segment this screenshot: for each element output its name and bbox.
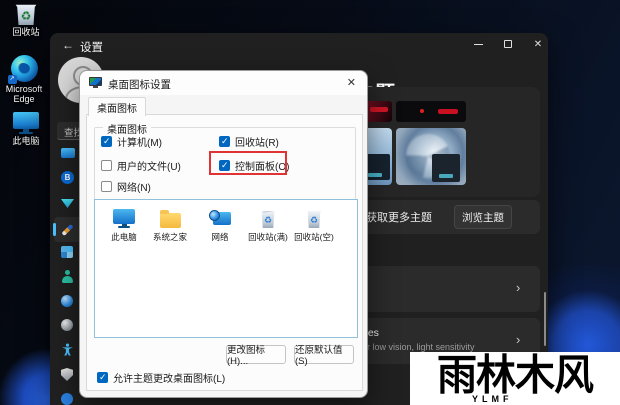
checkbox-label: 回收站(R) xyxy=(235,134,279,149)
watermark-text: 雨林木风 xyxy=(410,352,620,404)
network-icon xyxy=(209,210,231,228)
paintbrush-icon xyxy=(61,224,73,236)
checkbox-user-files[interactable]: 用户的文件(U) xyxy=(101,158,181,173)
display-icon xyxy=(61,148,75,158)
sidebar-item-network[interactable] xyxy=(61,196,75,210)
dialog-titlebar: 桌面图标设置 ✕ xyxy=(80,71,367,95)
list-item-label: 网络 xyxy=(197,231,243,243)
desktop-icon-settings-dialog: 桌面图标设置 ✕ 桌面图标 桌面图标 计算机(M) 回收站(R) 用户的文件(U… xyxy=(79,70,368,398)
get-more-themes-label: 获取更多主题 xyxy=(366,209,432,225)
desktop-icon-settings-icon xyxy=(89,77,102,89)
wifi-icon xyxy=(61,199,74,208)
list-item-network[interactable]: 网络 xyxy=(197,206,243,243)
checkbox-label: 计算机(M) xyxy=(117,134,162,149)
checkbox-label: 网络(N) xyxy=(117,179,151,194)
sidebar-item-accounts[interactable] xyxy=(61,270,75,284)
minimize-icon xyxy=(474,44,483,45)
sidebar-item-personalization[interactable] xyxy=(61,223,75,237)
theme-tile-bloom[interactable] xyxy=(396,128,466,185)
desktop-icon-this-pc[interactable]: 此电脑 xyxy=(2,112,50,146)
checkbox-network[interactable]: 网络(N) xyxy=(101,179,151,194)
checkbox-label: 允许主题更改桌面图标(L) xyxy=(113,370,225,385)
checkbox-icon[interactable] xyxy=(219,136,230,147)
list-item-recycle-bin-empty[interactable]: ♻ 回收站(空) xyxy=(291,206,337,243)
tab-desktop-icons[interactable]: 桌面图标 xyxy=(88,97,146,116)
list-item-label: 回收站(满) xyxy=(245,231,291,243)
desktop-icon-recycle-bin[interactable]: ♻ 回收站 xyxy=(2,3,50,37)
settings-titlebar: ← 设置 ✕ xyxy=(50,33,548,57)
desktop: ♻ 回收站 ↗ Microsoft Edge 此电脑 ← 设置 ✕ 查找 B xyxy=(0,0,620,405)
checkbox-icon[interactable] xyxy=(101,136,112,147)
list-item-recycle-bin-full[interactable]: ♻ 回收站(满) xyxy=(245,206,291,243)
dialog-close-icon[interactable]: ✕ xyxy=(347,76,356,89)
maximize-icon xyxy=(504,40,512,48)
back-icon[interactable]: ← xyxy=(62,38,74,52)
edge-icon: ↗ xyxy=(11,55,38,82)
nav-accent-bar xyxy=(53,223,56,236)
theme-tile-dark[interactable] xyxy=(396,101,466,122)
checkbox-label: 用户的文件(U) xyxy=(117,158,181,173)
dialog-title: 桌面图标设置 xyxy=(108,77,171,92)
desktop-icon-label: 此电脑 xyxy=(2,136,50,146)
shortcut-arrow-icon: ↗ xyxy=(8,75,17,84)
row-subtitle: or low vision, light sensitivity xyxy=(362,342,475,352)
list-item-label: 此电脑 xyxy=(101,231,147,243)
close-icon: ✕ xyxy=(534,39,542,50)
update-icon xyxy=(61,393,73,405)
change-icon-button[interactable]: 更改图标(H)... xyxy=(226,345,286,364)
sidebar-item-windows-update[interactable] xyxy=(61,393,75,405)
tab-strip: 桌面图标 xyxy=(86,96,363,115)
accessibility-person-icon xyxy=(61,343,75,356)
recycle-bin-empty-icon: ♻ xyxy=(307,210,322,228)
watermark-subtext: YLMF xyxy=(472,394,513,404)
sidebar-item-gaming[interactable] xyxy=(61,319,75,333)
xbox-icon xyxy=(61,319,73,331)
this-pc-icon xyxy=(13,112,39,134)
apps-grid-icon xyxy=(61,246,73,258)
list-item-label: 系统之家 xyxy=(147,231,193,243)
clock-icon xyxy=(61,295,73,307)
browse-themes-button[interactable]: 浏览主题 xyxy=(454,205,512,229)
folder-icon xyxy=(160,213,181,228)
desktop-icon-edge[interactable]: ↗ Microsoft Edge xyxy=(0,55,48,104)
recycle-bin-full-icon: ♻ xyxy=(261,210,276,228)
desktop-icon-list[interactable]: 此电脑 系统之家 网络 ♻ 回收站(满) ♻ 回收站(空) xyxy=(94,199,358,338)
close-button[interactable]: ✕ xyxy=(524,33,552,55)
shield-icon xyxy=(61,368,73,381)
sidebar-item-accessibility[interactable] xyxy=(61,343,75,357)
chevron-right-icon: › xyxy=(516,280,520,295)
computer-icon xyxy=(113,209,135,228)
sidebar-item-privacy[interactable] xyxy=(61,368,75,382)
scrollbar[interactable] xyxy=(544,292,546,346)
checkbox-recycle-bin[interactable]: 回收站(R) xyxy=(219,134,279,149)
bluetooth-icon: B xyxy=(61,171,74,184)
person-icon xyxy=(61,270,74,283)
checkbox-icon[interactable] xyxy=(101,181,112,192)
checkbox-allow-themes[interactable]: 允许主题更改桌面图标(L) xyxy=(97,370,225,385)
sidebar-item-bluetooth[interactable]: B xyxy=(61,171,75,185)
recycle-bin-icon: ♻ xyxy=(15,3,37,25)
sidebar-item-time-language[interactable] xyxy=(61,295,75,309)
desktop-icon-label: 回收站 xyxy=(2,27,50,37)
minimize-button[interactable] xyxy=(464,33,492,55)
desktop-icon-label: Microsoft Edge xyxy=(0,84,48,104)
checkbox-computer[interactable]: 计算机(M) xyxy=(101,134,162,149)
maximize-button[interactable] xyxy=(494,33,522,55)
list-item-label: 回收站(空) xyxy=(291,231,337,243)
list-item-system-home[interactable]: 系统之家 xyxy=(147,206,193,243)
chevron-right-icon: › xyxy=(516,332,520,347)
checkbox-icon[interactable] xyxy=(101,160,112,171)
sidebar-item-apps[interactable] xyxy=(61,245,75,259)
checkbox-icon[interactable] xyxy=(97,372,108,383)
sidebar-item-system[interactable] xyxy=(61,146,75,160)
list-item-this-pc[interactable]: 此电脑 xyxy=(101,206,147,243)
settings-window-title: 设置 xyxy=(80,39,103,55)
ylmf-watermark: 雨林木风 YLMF xyxy=(410,352,620,405)
restore-defaults-button[interactable]: 还原默认值(S) xyxy=(294,345,354,364)
highlight-red-box xyxy=(209,151,287,175)
